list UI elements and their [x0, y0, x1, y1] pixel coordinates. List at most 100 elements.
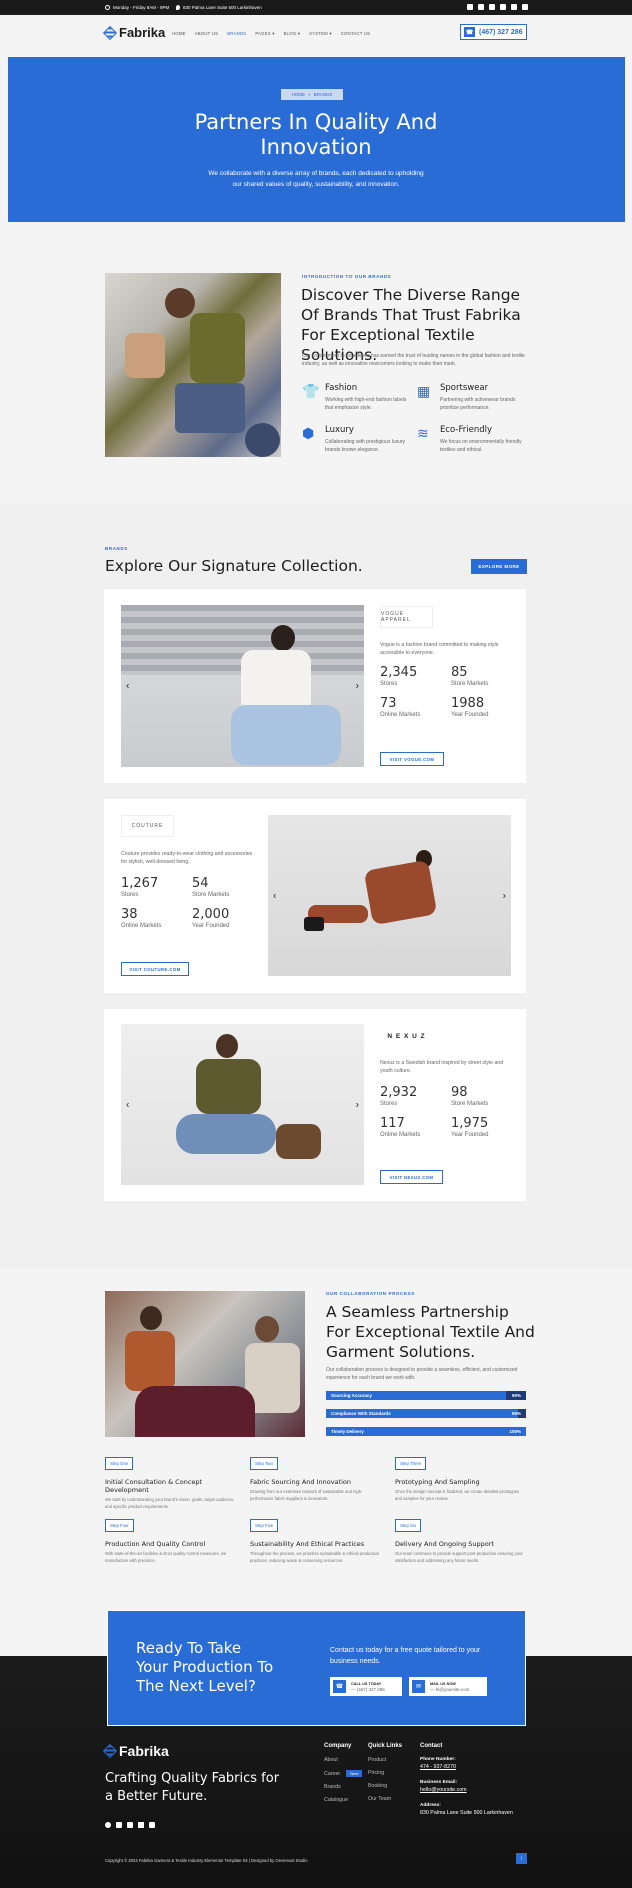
- footer-phone[interactable]: 474 - 937-8270: [420, 1764, 530, 1770]
- next-arrow-icon[interactable]: ›: [356, 681, 359, 692]
- stat-number: 2,932: [380, 1085, 418, 1100]
- vogue-stats: 2,345 Stores 85 Store Markets 73 Online Mar…: [380, 665, 522, 718]
- x-icon[interactable]: [511, 4, 517, 10]
- youtube-icon[interactable]: [116, 1822, 122, 1828]
- nexuz-stats: 2,932 Stores 98 Store Markets 117 Online Ma…: [380, 1085, 522, 1138]
- vogue-image: ‹ ›: [121, 605, 364, 767]
- stat-number: 85: [451, 665, 468, 680]
- step-tag: Step One: [105, 1457, 134, 1470]
- feature-title: Luxury: [325, 425, 354, 435]
- person-sweater: [196, 1059, 261, 1114]
- address-label: Address:: [420, 1803, 441, 1808]
- bag: [276, 1124, 321, 1159]
- tiktok-icon[interactable]: [127, 1822, 133, 1828]
- prev-arrow-icon[interactable]: ‹: [273, 890, 276, 901]
- collab-image: [105, 1291, 305, 1437]
- phone-number: (467) 327 286: [479, 28, 523, 36]
- address-text: 830 Palma Lane Suite 500 Larkinhaven: [183, 5, 262, 10]
- footer-link-career[interactable]: Career: [324, 1771, 340, 1777]
- x-icon[interactable]: [138, 1822, 144, 1828]
- footer-logo[interactable]: Fabrika: [102, 1743, 169, 1759]
- next-arrow-icon[interactable]: ›: [503, 890, 506, 901]
- couture-description: Couture provides ready-to-wear clothing …: [121, 851, 253, 865]
- mail-us-box[interactable]: ✉ MAIL US NOW — hi@yoursite.com: [409, 1677, 487, 1696]
- fabrika-logo-icon: [102, 1743, 118, 1759]
- visit-nexuz-button[interactable]: VISIT NEXUZ.COM: [380, 1170, 443, 1184]
- visit-couture-button[interactable]: VISIT COUTURE.COM: [121, 962, 189, 976]
- youtube-icon[interactable]: [478, 4, 484, 10]
- nav-item-system[interactable]: SYSTEM ▾: [309, 31, 332, 37]
- linkedin-icon[interactable]: [149, 1822, 155, 1828]
- footer-link-catalogue[interactable]: Catalogue: [324, 1797, 362, 1803]
- nav-item-about[interactable]: ABOUT US: [195, 31, 219, 37]
- nav-item-pages[interactable]: PAGES ▾: [255, 31, 274, 37]
- step-title: Delivery And Ongoing Support: [395, 1540, 494, 1548]
- logo-text: Fabrika: [119, 1743, 169, 1759]
- scroll-to-top-button[interactable]: ↑: [516, 1853, 527, 1864]
- site-logo[interactable]: Fabrika: [102, 25, 165, 40]
- progress-label: Compliance With Standards: [331, 1411, 391, 1416]
- feature-text: Collaborating with prestigious luxury br…: [325, 439, 406, 453]
- intro-label: INTRODUCTION TO OUR BRANDS: [302, 274, 392, 279]
- feature-title: Sportswear: [440, 383, 489, 393]
- step-text: We start by understanding your brand's v…: [105, 1497, 235, 1509]
- stat-label: Online Markets: [121, 923, 162, 929]
- person-suit: [363, 859, 438, 926]
- step-text: Our team continues to provide support po…: [395, 1551, 523, 1563]
- step-tag: Step Six: [395, 1519, 422, 1532]
- stat-label: Stores: [121, 892, 139, 898]
- social-links: [467, 4, 528, 10]
- step-title: Prototyping And Sampling: [395, 1478, 480, 1486]
- step-title: Fabric Sourcing And Innovation: [250, 1478, 351, 1486]
- nav-item-home[interactable]: HOME: [172, 31, 186, 37]
- footer-link-brands[interactable]: Brands: [324, 1784, 362, 1790]
- person-head: [271, 625, 295, 651]
- footer-email[interactable]: hello@yoursite.com: [420, 1787, 530, 1793]
- mail-label: MAIL US NOW: [430, 1681, 456, 1686]
- tiktok-icon[interactable]: [500, 4, 506, 10]
- breadcrumb-home[interactable]: HOME: [292, 92, 306, 97]
- footer-link-team[interactable]: Our Team: [368, 1796, 402, 1802]
- visit-vogue-button[interactable]: VISIT VOGUE.COM: [380, 752, 444, 766]
- linkedin-icon[interactable]: [522, 4, 528, 10]
- prev-arrow-icon[interactable]: ‹: [126, 1099, 129, 1110]
- nav-item-brands[interactable]: BRANDS: [227, 31, 246, 37]
- stat-number: 1,975: [451, 1116, 489, 1131]
- step-six: Step Six Delivery And Ongoing Support Ou…: [395, 1514, 525, 1564]
- facebook-icon[interactable]: [105, 1822, 111, 1828]
- stat-label: Online Markets: [380, 1132, 421, 1138]
- facebook-icon[interactable]: [467, 4, 473, 10]
- footer-tagline: Crafting Quality Fabrics for a Better Fu…: [105, 1771, 280, 1804]
- call-us-box[interactable]: ☎ CALL US TODAY — (467) 327 286: [330, 1677, 402, 1696]
- footer-link-pricing[interactable]: Pricing: [368, 1770, 402, 1776]
- fabric-grid-icon: ▦: [417, 383, 431, 399]
- hours-text: Monday - Friday 8AM - 9PM: [113, 5, 170, 10]
- footer-contact: Contact Phone Number: 474 - 937-8270 Bus…: [420, 1743, 530, 1816]
- footer-link-about[interactable]: About: [324, 1757, 362, 1763]
- couture-image: ‹ ›: [268, 815, 511, 976]
- nav-item-blog[interactable]: BLOG ▾: [284, 31, 301, 37]
- step-text: Throughout the process, we prioritize su…: [250, 1551, 380, 1563]
- instagram-icon[interactable]: [489, 4, 495, 10]
- explore-more-button[interactable]: EXPLORE MORE: [471, 559, 527, 574]
- nav-item-contact[interactable]: CONTACT US: [341, 31, 371, 37]
- collab-label: OUR COLLABORATION PROCESS: [326, 1291, 415, 1296]
- step-title: Production And Quality Control: [105, 1540, 206, 1548]
- prev-arrow-icon[interactable]: ‹: [126, 681, 129, 692]
- stat-number: 38: [121, 907, 138, 922]
- footer-link-booking[interactable]: Booking: [368, 1783, 402, 1789]
- new-badge: New: [346, 1770, 363, 1777]
- stat-label: Stores: [380, 1101, 398, 1107]
- vogue-logo: VOGUE APPAREL: [380, 606, 433, 628]
- footer-link-product[interactable]: Product: [368, 1757, 402, 1763]
- hours-info: Monday - Friday 8AM - 9PM: [105, 5, 169, 10]
- step-two: Step Two Fabric Sourcing And Innovation …: [250, 1452, 380, 1502]
- next-arrow-icon[interactable]: ›: [356, 1099, 359, 1110]
- stat-number: 54: [192, 876, 209, 891]
- shield-icon: ⬢: [302, 425, 315, 441]
- footer-social: [105, 1822, 155, 1828]
- person-shirt: [190, 313, 245, 383]
- phone-button[interactable]: ☎ (467) 327 286: [460, 24, 527, 40]
- intro-image-workers: [105, 273, 281, 457]
- progress-label: Timely Delivery: [331, 1429, 364, 1434]
